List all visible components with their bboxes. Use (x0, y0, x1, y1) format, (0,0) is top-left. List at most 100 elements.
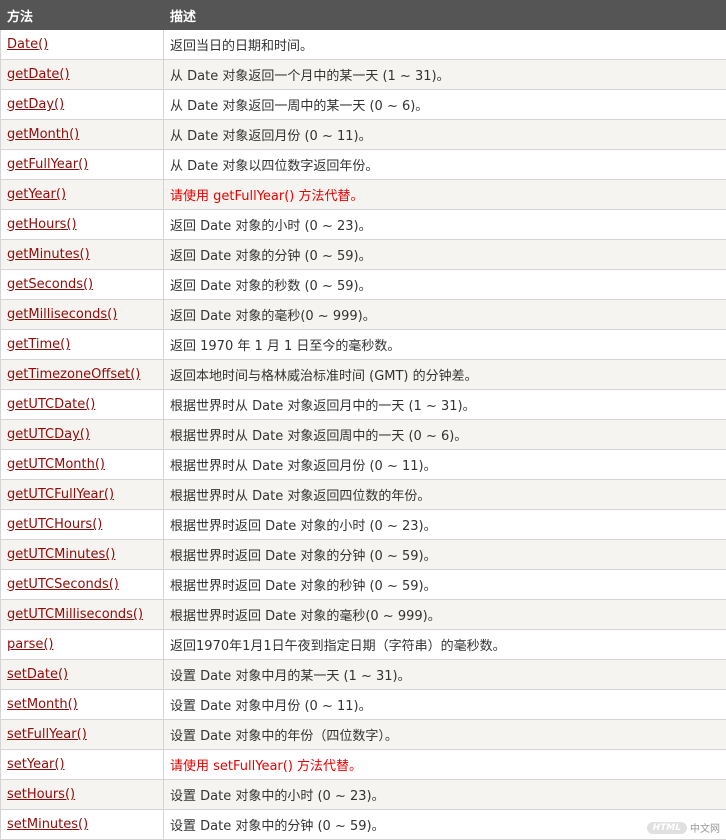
description-cell: 根据世界时从 Date 对象返回四位数的年份。 (164, 480, 726, 510)
watermark-text: 中文网 (690, 820, 720, 835)
description-cell: 设置 Date 对象中的年份（四位数字）。 (164, 720, 726, 750)
method-cell: setMinutes() (1, 810, 164, 840)
method-link[interactable]: getTimezoneOffset() (7, 367, 140, 382)
method-cell: setDate() (1, 660, 164, 690)
description-cell: 从 Date 对象返回月份 (0 ~ 11)。 (164, 120, 726, 150)
method-link[interactable]: getUTCHours() (7, 517, 102, 532)
method-link[interactable]: getUTCMinutes() (7, 547, 115, 562)
table-row: setMinutes()设置 Date 对象中的分钟 (0 ~ 59)。 (1, 810, 726, 840)
method-cell: setFullYear() (1, 720, 164, 750)
table-row: getHours() 返回 Date 对象的小时 (0 ~ 23)。 (1, 210, 726, 240)
method-link[interactable]: setDate() (7, 667, 68, 682)
method-cell: getFullYear() (1, 150, 164, 180)
table-header-row: 方法 描述 (1, 1, 726, 30)
method-cell: getUTCMilliseconds() (1, 600, 164, 630)
method-link[interactable]: setYear() (7, 757, 65, 772)
table-row: getSeconds() 返回 Date 对象的秒数 (0 ~ 59)。 (1, 270, 726, 300)
table-row: setHours()设置 Date 对象中的小时 (0 ~ 23)。 (1, 780, 726, 810)
table-row: getMonth() 从 Date 对象返回月份 (0 ~ 11)。 (1, 120, 726, 150)
table-row: getUTCMonth() 根据世界时从 Date 对象返回月份 (0 ~ 11)… (1, 450, 726, 480)
method-cell: getUTCFullYear() (1, 480, 164, 510)
method-cell: setYear() (1, 750, 164, 780)
method-cell: getUTCHours() (1, 510, 164, 540)
description-cell: 请使用 setFullYear() 方法代替。 (164, 750, 726, 780)
description-cell: 返回 1970 年 1 月 1 日至今的毫秒数。 (164, 330, 726, 360)
table-row: getUTCSeconds() 根据世界时返回 Date 对象的秒钟 (0 ~ 5… (1, 570, 726, 600)
description-cell: 返回1970年1月1日午夜到指定日期（字符串）的毫秒数。 (164, 630, 726, 660)
method-cell: getMinutes() (1, 240, 164, 270)
table-row: getDate()从 Date 对象返回一个月中的某一天 (1 ~ 31)。 (1, 60, 726, 90)
table-row: setFullYear() 设置 Date 对象中的年份（四位数字）。 (1, 720, 726, 750)
method-link[interactable]: getUTCDay() (7, 427, 90, 442)
table-row: setYear() 请使用 setFullYear() 方法代替。 (1, 750, 726, 780)
site-watermark: HTML 中文网 (647, 820, 720, 835)
method-link[interactable]: setMinutes() (7, 817, 88, 832)
method-link[interactable]: getYear() (7, 187, 66, 202)
table-row: getUTCHours() 根据世界时返回 Date 对象的小时 (0 ~ 23)… (1, 510, 726, 540)
table-row: getTimezoneOffset() 返回本地时间与格林威治标准时间 (GMT)… (1, 360, 726, 390)
method-cell: getUTCDate() (1, 390, 164, 420)
method-link[interactable]: getMonth() (7, 127, 79, 142)
method-link[interactable]: getMinutes() (7, 247, 90, 262)
method-link[interactable]: setFullYear() (7, 727, 87, 742)
description-cell: 返回 Date 对象的秒数 (0 ~ 59)。 (164, 270, 726, 300)
description-cell: 根据世界时返回 Date 对象的毫秒(0 ~ 999)。 (164, 600, 726, 630)
description-cell: 根据世界时返回 Date 对象的分钟 (0 ~ 59)。 (164, 540, 726, 570)
method-link[interactable]: getUTCMonth() (7, 457, 105, 472)
description-cell: 返回本地时间与格林威治标准时间 (GMT) 的分钟差。 (164, 360, 726, 390)
method-cell: getDay() (1, 90, 164, 120)
method-cell: getUTCMonth() (1, 450, 164, 480)
table-row: getDay() 从 Date 对象返回一周中的某一天 (0 ~ 6)。 (1, 90, 726, 120)
description-cell: 返回当日的日期和时间。 (164, 30, 726, 60)
method-link[interactable]: Date() (7, 37, 48, 52)
table-row: setMonth()设置 Date 对象中月份 (0 ~ 11)。 (1, 690, 726, 720)
table-body: Date() 返回当日的日期和时间。getDate()从 Date 对象返回一个月… (1, 30, 726, 840)
method-link[interactable]: setHours() (7, 787, 75, 802)
method-link[interactable]: getDay() (7, 97, 64, 112)
method-link[interactable]: getTime() (7, 337, 70, 352)
method-link[interactable]: getHours() (7, 217, 77, 232)
table-row: Date() 返回当日的日期和时间。 (1, 30, 726, 60)
method-link[interactable]: parse() (7, 637, 53, 652)
table-row: parse() 返回1970年1月1日午夜到指定日期（字符串）的毫秒数。 (1, 630, 726, 660)
table-row: getUTCDay() 根据世界时从 Date 对象返回周中的一天 (0 ~ 6)… (1, 420, 726, 450)
method-cell: getSeconds() (1, 270, 164, 300)
method-cell: setHours() (1, 780, 164, 810)
description-cell: 根据世界时返回 Date 对象的小时 (0 ~ 23)。 (164, 510, 726, 540)
description-cell: 设置 Date 对象中月的某一天 (1 ~ 31)。 (164, 660, 726, 690)
method-link[interactable]: getFullYear() (7, 157, 88, 172)
table-row: getUTCFullYear() 根据世界时从 Date 对象返回四位数的年份。 (1, 480, 726, 510)
description-cell: 返回 Date 对象的分钟 (0 ~ 59)。 (164, 240, 726, 270)
method-link[interactable]: getUTCSeconds() (7, 577, 119, 592)
method-link[interactable]: getSeconds() (7, 277, 93, 292)
method-link[interactable]: getMilliseconds() (7, 307, 117, 322)
method-cell: parse() (1, 630, 164, 660)
method-link[interactable]: getDate() (7, 67, 70, 82)
table-row: getTime() 返回 1970 年 1 月 1 日至今的毫秒数。 (1, 330, 726, 360)
description-cell: 根据世界时返回 Date 对象的秒钟 (0 ~ 59)。 (164, 570, 726, 600)
table-row: getUTCMilliseconds() 根据世界时返回 Date 对象的毫秒(0… (1, 600, 726, 630)
method-cell: getMonth() (1, 120, 164, 150)
description-cell: 请使用 getFullYear() 方法代替。 (164, 180, 726, 210)
header-method: 方法 (1, 1, 164, 30)
table-row: getYear() 请使用 getFullYear() 方法代替。 (1, 180, 726, 210)
description-cell: 从 Date 对象返回一周中的某一天 (0 ~ 6)。 (164, 90, 726, 120)
table-row: getFullYear() 从 Date 对象以四位数字返回年份。 (1, 150, 726, 180)
method-link[interactable]: setMonth() (7, 697, 78, 712)
method-link[interactable]: getUTCMilliseconds() (7, 607, 143, 622)
method-link[interactable]: getUTCFullYear() (7, 487, 114, 502)
table-row: getMilliseconds() 返回 Date 对象的毫秒(0 ~ 999)。 (1, 300, 726, 330)
method-cell: getHours() (1, 210, 164, 240)
method-cell: getTime() (1, 330, 164, 360)
method-cell: getYear() (1, 180, 164, 210)
method-cell: getMilliseconds() (1, 300, 164, 330)
method-cell: getUTCMinutes() (1, 540, 164, 570)
description-cell: 根据世界时从 Date 对象返回月份 (0 ~ 11)。 (164, 450, 726, 480)
method-link[interactable]: getUTCDate() (7, 397, 95, 412)
description-cell: 返回 Date 对象的毫秒(0 ~ 999)。 (164, 300, 726, 330)
description-cell: 返回 Date 对象的小时 (0 ~ 23)。 (164, 210, 726, 240)
method-cell: getUTCSeconds() (1, 570, 164, 600)
description-cell: 从 Date 对象以四位数字返回年份。 (164, 150, 726, 180)
description-cell: 根据世界时从 Date 对象返回周中的一天 (0 ~ 6)。 (164, 420, 726, 450)
method-cell: getTimezoneOffset() (1, 360, 164, 390)
